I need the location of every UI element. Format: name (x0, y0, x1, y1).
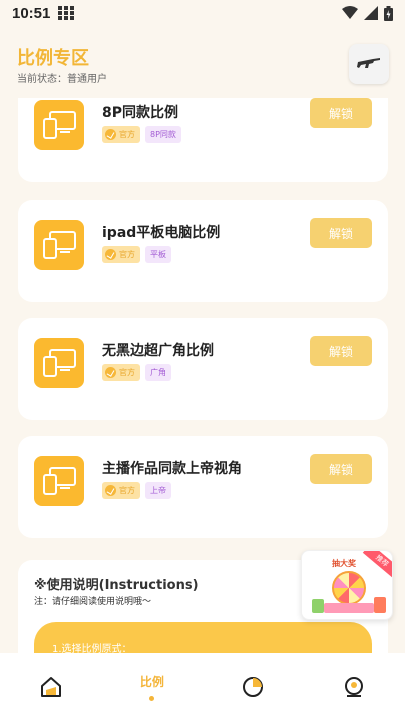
card-tags: 官方 上帝 (102, 482, 171, 499)
card-title: 主播作品同款上帝视角 (102, 461, 242, 477)
device-icon (34, 100, 84, 150)
check-icon (105, 367, 116, 378)
check-icon (105, 249, 116, 260)
category-tag: 平板 (145, 246, 171, 263)
battery-icon (384, 5, 393, 21)
ratio-card: ipad平板电脑比例 官方 平板 解锁 (18, 200, 388, 302)
official-tag-label: 官方 (119, 250, 135, 259)
wifi-icon (342, 6, 358, 19)
user-status-text: 当前状态：普通用户 (17, 74, 107, 85)
official-tag-label: 官方 (119, 368, 135, 377)
promo-badge: 推荐 (362, 551, 392, 579)
instructions-title: ※使用说明(Instructions) (34, 578, 199, 593)
ratio-card: 8P同款比例 官方 8P同款 解锁 (18, 98, 388, 182)
unlock-button[interactable]: 解锁 (310, 336, 372, 366)
bottom-nav: 比例 (0, 653, 405, 720)
app-grid-icon (58, 6, 75, 20)
official-tag: 官方 (102, 126, 140, 143)
device-icon (34, 338, 84, 388)
header: 比例专区 当前状态：普通用户 (0, 34, 405, 98)
nav-ratio-label: 比例 (139, 675, 164, 689)
unlock-button[interactable]: 解锁 (310, 98, 372, 128)
card-tags: 官方 8P同款 (102, 126, 181, 143)
instructions-note: 注：请仔细阅读使用说明哦～ (34, 597, 152, 607)
status-icons (342, 5, 393, 21)
unlock-button[interactable]: 解锁 (310, 454, 372, 484)
signal-icon (364, 6, 378, 20)
category-tag: 8P同款 (145, 126, 181, 143)
device-icon (34, 456, 84, 506)
check-icon (105, 129, 116, 140)
status-bar: 10:51 (0, 0, 405, 26)
unlock-button[interactable]: 解锁 (310, 218, 372, 248)
nav-ratio[interactable]: 比例 (101, 653, 202, 720)
nav-profile[interactable] (304, 653, 405, 720)
card-title: 8P同款比例 (102, 105, 179, 121)
card-tags: 官方 平板 (102, 246, 171, 263)
gift-icon (374, 597, 386, 613)
official-tag-label: 官方 (119, 486, 135, 495)
nav-stats[interactable] (203, 653, 304, 720)
lottery-promo[interactable]: 抽大奖 推荐 (301, 550, 393, 620)
category-tag: 上帝 (145, 482, 171, 499)
ratio-card: 主播作品同款上帝视角 官方 上帝 解锁 (18, 436, 388, 538)
prize-wheel-icon (332, 571, 366, 605)
status-time: 10:51 (12, 4, 51, 22)
gun-button[interactable] (349, 44, 389, 84)
rifle-icon (357, 58, 380, 68)
card-title: ipad平板电脑比例 (102, 225, 221, 241)
device-icon (34, 220, 84, 270)
promo-title: 抽大奖 (332, 559, 356, 568)
pie-chart-icon (243, 676, 264, 697)
page-title: 比例专区 (17, 48, 89, 69)
nav-home[interactable] (0, 653, 101, 720)
home-icon (40, 676, 61, 697)
official-tag: 官方 (102, 364, 140, 381)
gift-icon (312, 599, 324, 613)
instruction-step: 1.选择比例原式： (34, 622, 372, 653)
official-tag: 官方 (102, 246, 140, 263)
check-icon (105, 485, 116, 496)
active-indicator (149, 696, 155, 701)
card-title: 无黑边超广角比例 (102, 343, 214, 359)
official-tag-label: 官方 (119, 130, 135, 139)
category-tag: 广角 (145, 364, 171, 381)
ratio-card: 无黑边超广角比例 官方 广角 解锁 (18, 318, 388, 420)
wheel-base (324, 603, 374, 613)
card-tags: 官方 广角 (102, 364, 171, 381)
official-tag: 官方 (102, 482, 140, 499)
profile-icon (345, 676, 364, 697)
